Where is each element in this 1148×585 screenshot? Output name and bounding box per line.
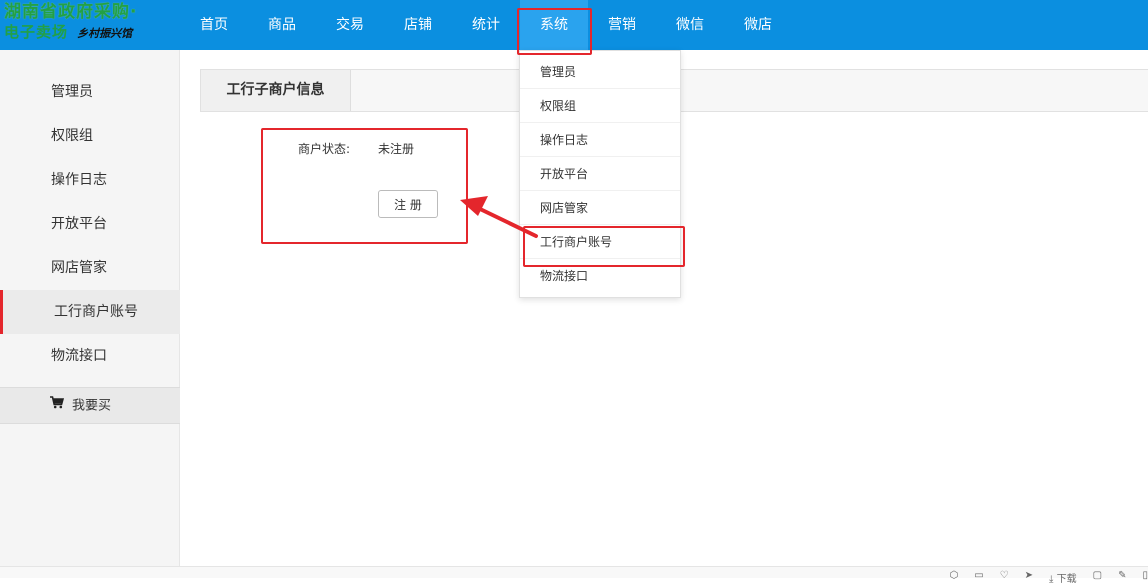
nav-statistics[interactable]: 统计 (452, 0, 520, 50)
logo-title: 湖南省政府采购· (4, 2, 138, 22)
annotation-box-dropdown-item (523, 226, 685, 267)
sidebar: 管理员 权限组 操作日志 开放平台 网店管家 工行商户账号 物流接口 我要买 (0, 50, 180, 566)
sidebar-item-shop-manager[interactable]: 网店管家 (0, 246, 180, 290)
logo-subtitle-sub: 乡村振兴馆 (77, 27, 133, 40)
nav-micro-shop[interactable]: 微店 (724, 0, 792, 50)
nav-products[interactable]: 商品 (248, 0, 316, 50)
tab-icbc-sub-merchant-info[interactable]: 工行子商户信息 (201, 70, 351, 111)
nav-home[interactable]: 首页 (180, 0, 248, 50)
annotation-box-register-area (261, 128, 468, 244)
nav-marketing[interactable]: 营销 (588, 0, 656, 50)
sidebar-item-icbc-merchant-account[interactable]: 工行商户账号 (0, 290, 180, 334)
dropdown-item-permission-group[interactable]: 权限组 (520, 89, 680, 123)
dropdown-item-open-platform[interactable]: 开放平台 (520, 157, 680, 191)
sidebar-item-permission-group[interactable]: 权限组 (0, 114, 180, 158)
annotation-box-system-nav (517, 8, 592, 55)
buy-link[interactable]: 我要买 (0, 387, 180, 424)
main-nav: 首页 商品 交易 店铺 统计 系统 营销 微信 微店 (180, 0, 792, 50)
sidebar-item-logistics-api[interactable]: 物流接口 (0, 334, 180, 378)
buy-label: 我要买 (72, 398, 112, 414)
nav-wechat[interactable]: 微信 (656, 0, 724, 50)
nav-shop[interactable]: 店铺 (384, 0, 452, 50)
sidebar-item-open-platform[interactable]: 开放平台 (0, 202, 180, 246)
logo-subtitle: 电子卖场 乡村振兴馆 (4, 24, 180, 40)
dropdown-item-operation-log[interactable]: 操作日志 (520, 123, 680, 157)
dropdown-item-admin[interactable]: 管理员 (520, 55, 680, 89)
dropdown-item-shop-manager[interactable]: 网店管家 (520, 191, 680, 225)
site-logo[interactable]: 湖南省政府采购· 电子卖场 乡村振兴馆 (4, 4, 180, 46)
logo-subtitle-main: 电子卖场 (4, 23, 69, 41)
bottom-toolbar: ⬡ ▭ ♡ ➤ ⤓ 下载 ▢ ✎ ▯ (0, 566, 1148, 585)
sidebar-item-admin[interactable]: 管理员 (0, 70, 180, 114)
nav-trade[interactable]: 交易 (316, 0, 384, 50)
cart-icon (50, 388, 66, 424)
download-label: 下载 (1056, 574, 1077, 585)
sidebar-item-operation-log[interactable]: 操作日志 (0, 158, 180, 202)
